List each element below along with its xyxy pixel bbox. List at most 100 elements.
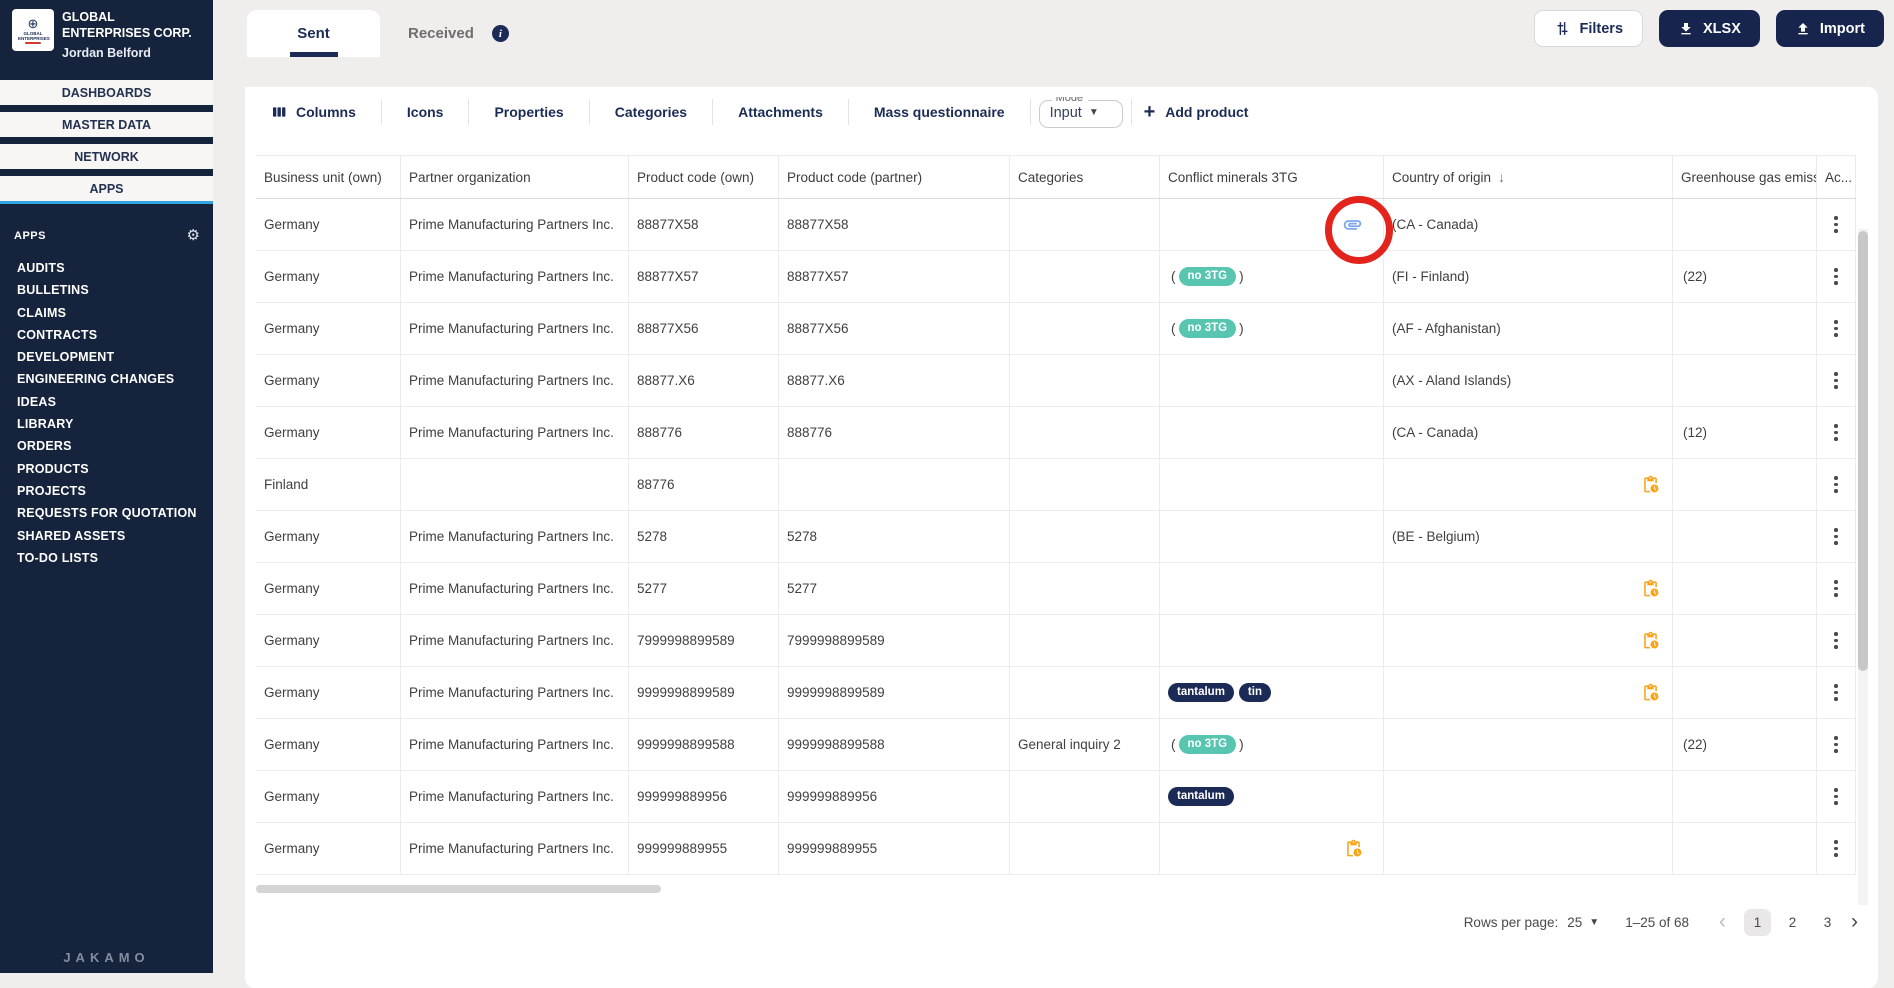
info-icon[interactable]: i bbox=[491, 25, 509, 42]
sidebar-item-orders[interactable]: ORDERS bbox=[0, 435, 213, 457]
cell-product-code-own: 88877X56 bbox=[629, 303, 779, 354]
sidebar-item-development[interactable]: DEVELOPMENT bbox=[0, 346, 213, 368]
column-header-partner-organization[interactable]: Partner organization bbox=[401, 156, 629, 198]
pending-questionnaire-icon[interactable] bbox=[1641, 475, 1660, 494]
cell-country-of-origin: (FI - Finland) bbox=[1384, 251, 1673, 302]
add-product-label: Add product bbox=[1165, 104, 1249, 120]
cell-categories bbox=[1010, 303, 1160, 354]
cell-partner-organization: Prime Manufacturing Partners Inc. bbox=[401, 823, 629, 874]
open-paren: ( bbox=[1171, 737, 1176, 752]
table-row: Germany Prime Manufacturing Partners Inc.… bbox=[256, 303, 1856, 355]
sidebar-item-audits[interactable]: AUDITS bbox=[0, 257, 213, 279]
pending-questionnaire-icon[interactable] bbox=[1641, 579, 1660, 598]
gear-icon[interactable]: ⚙ bbox=[187, 228, 200, 243]
sidebar-nav-apps[interactable]: APPS bbox=[0, 176, 213, 204]
sidebar-nav-master-data[interactable]: MASTER DATA bbox=[0, 112, 213, 137]
pending-questionnaire-icon[interactable] bbox=[1641, 631, 1660, 650]
column-header-conflict-minerals-3tg[interactable]: Conflict minerals 3TG bbox=[1160, 156, 1384, 198]
toolbar-attachments-button[interactable]: Attachments bbox=[713, 104, 848, 120]
toolbar-icons-button[interactable]: Icons bbox=[382, 104, 469, 120]
horizontal-scrollbar-thumb[interactable] bbox=[256, 885, 661, 893]
apps-panel-title: APPS bbox=[14, 229, 46, 242]
tab-sent-label: Sent bbox=[297, 25, 330, 42]
sidebar-header[interactable]: ⊕ GLOBAL ENTERPRISES GLOBAL ENTERPRISES … bbox=[0, 0, 213, 60]
column-header-greenhouse-gas-emiss[interactable]: Greenhouse gas emiss bbox=[1673, 156, 1817, 198]
row-menu-button[interactable] bbox=[1830, 732, 1842, 756]
sidebar-item-claims[interactable]: CLAIMS bbox=[0, 302, 213, 324]
user-name: Jordan Belford bbox=[62, 46, 151, 60]
sidebar-item-products[interactable]: PRODUCTS bbox=[0, 458, 213, 480]
sidebar-item-projects[interactable]: PROJECTS bbox=[0, 480, 213, 502]
cell-product-code-partner bbox=[779, 459, 1010, 510]
column-header-ac[interactable]: Ac... bbox=[1817, 156, 1856, 198]
row-menu-button[interactable] bbox=[1830, 576, 1842, 600]
logo-caption: GLOBAL ENTERPRISES bbox=[18, 30, 50, 41]
next-page-button[interactable]: › bbox=[1851, 911, 1858, 932]
row-menu-button[interactable] bbox=[1830, 316, 1842, 340]
pending-questionnaire-icon[interactable] bbox=[1344, 839, 1363, 858]
cell-actions bbox=[1817, 719, 1856, 770]
import-button[interactable]: Import bbox=[1775, 10, 1884, 47]
sidebar: ⊕ GLOBAL ENTERPRISES GLOBAL ENTERPRISES … bbox=[0, 0, 213, 973]
toolbar-mass-questionnaire-button[interactable]: Mass questionnaire bbox=[849, 104, 1030, 120]
cell-product-code-own: 88776 bbox=[629, 459, 779, 510]
cell-categories bbox=[1010, 615, 1160, 666]
vertical-scrollbar-thumb[interactable] bbox=[1858, 231, 1868, 671]
row-menu-button[interactable] bbox=[1830, 836, 1842, 860]
xlsx-button[interactable]: XLSX bbox=[1659, 10, 1760, 47]
page-buttons: 123 bbox=[1744, 908, 1841, 936]
row-menu-button[interactable] bbox=[1830, 212, 1842, 236]
page-button-2[interactable]: 2 bbox=[1779, 909, 1806, 936]
pending-questionnaire-icon[interactable] bbox=[1641, 683, 1660, 702]
sidebar-item-shared-assets[interactable]: SHARED ASSETS bbox=[0, 525, 213, 547]
row-menu-button[interactable] bbox=[1830, 680, 1842, 704]
attachment-icon[interactable] bbox=[1342, 214, 1363, 235]
sidebar-item-to-do-lists[interactable]: TO-DO LISTS bbox=[0, 547, 213, 569]
sidebar-item-library[interactable]: LIBRARY bbox=[0, 413, 213, 435]
row-menu-button[interactable] bbox=[1830, 628, 1842, 652]
column-header-business-unit-own[interactable]: Business unit (own) bbox=[256, 156, 401, 198]
page-button-1[interactable]: 1 bbox=[1744, 908, 1771, 936]
toolbar-categories-button[interactable]: Categories bbox=[590, 104, 712, 120]
prev-page-button[interactable]: ‹ bbox=[1719, 911, 1726, 932]
column-header-product-code-own[interactable]: Product code (own) bbox=[629, 156, 779, 198]
sidebar-item-engineering-changes[interactable]: ENGINEERING CHANGES bbox=[0, 368, 213, 390]
page-button-3[interactable]: 3 bbox=[1814, 909, 1841, 936]
sidebar-nav-network[interactable]: NETWORK bbox=[0, 144, 213, 169]
sidebar-nav-dashboards[interactable]: DASHBOARDS bbox=[0, 80, 213, 105]
sidebar-item-bulletins[interactable]: BULLETINS bbox=[0, 279, 213, 301]
row-menu-button[interactable] bbox=[1830, 420, 1842, 444]
cell-conflict-minerals bbox=[1160, 355, 1384, 406]
cell-conflict-minerals bbox=[1160, 199, 1384, 250]
filters-button[interactable]: Filters bbox=[1533, 10, 1644, 47]
row-menu-button[interactable] bbox=[1830, 264, 1842, 288]
rows-per-page-select[interactable]: 25 ▼ bbox=[1567, 915, 1599, 930]
sort-descending-icon[interactable]: ↓ bbox=[1498, 169, 1505, 185]
cell-greenhouse-gas bbox=[1673, 303, 1817, 354]
toolbar-columns-button[interactable]: Columns bbox=[256, 104, 381, 120]
row-menu-button[interactable] bbox=[1830, 524, 1842, 548]
sidebar-item-contracts[interactable]: CONTRACTS bbox=[0, 324, 213, 346]
column-header-product-code-partner[interactable]: Product code (partner) bbox=[779, 156, 1010, 198]
add-product-button[interactable]: + Add product bbox=[1144, 102, 1249, 122]
row-menu-button[interactable] bbox=[1830, 472, 1842, 496]
row-menu-button[interactable] bbox=[1830, 368, 1842, 392]
tab-received[interactable]: Received bbox=[380, 10, 492, 57]
sidebar-item-ideas[interactable]: IDEAS bbox=[0, 391, 213, 413]
column-header-categories[interactable]: Categories bbox=[1010, 156, 1160, 198]
row-menu-button[interactable] bbox=[1830, 784, 1842, 808]
mode-select[interactable]: Mode Input ▼ bbox=[1038, 96, 1123, 128]
column-header-label: Business unit (own) bbox=[264, 169, 382, 185]
sidebar-item-requests-for-quotation[interactable]: REQUESTS FOR QUOTATION bbox=[0, 502, 213, 524]
cell-conflict-minerals bbox=[1160, 407, 1384, 458]
toolbar-divider bbox=[1029, 99, 1031, 125]
cell-partner-organization: Prime Manufacturing Partners Inc. bbox=[401, 199, 629, 250]
cell-partner-organization bbox=[401, 459, 629, 510]
toolbar-properties-button[interactable]: Properties bbox=[469, 104, 588, 120]
tab-sent[interactable]: Sent bbox=[247, 10, 380, 57]
cell-business-unit: Germany bbox=[256, 355, 401, 406]
column-header-country-of-origin[interactable]: Country of origin ↓ bbox=[1384, 156, 1673, 198]
cell-actions bbox=[1817, 407, 1856, 458]
cell-partner-organization: Prime Manufacturing Partners Inc. bbox=[401, 563, 629, 614]
cell-country-of-origin bbox=[1384, 615, 1673, 666]
